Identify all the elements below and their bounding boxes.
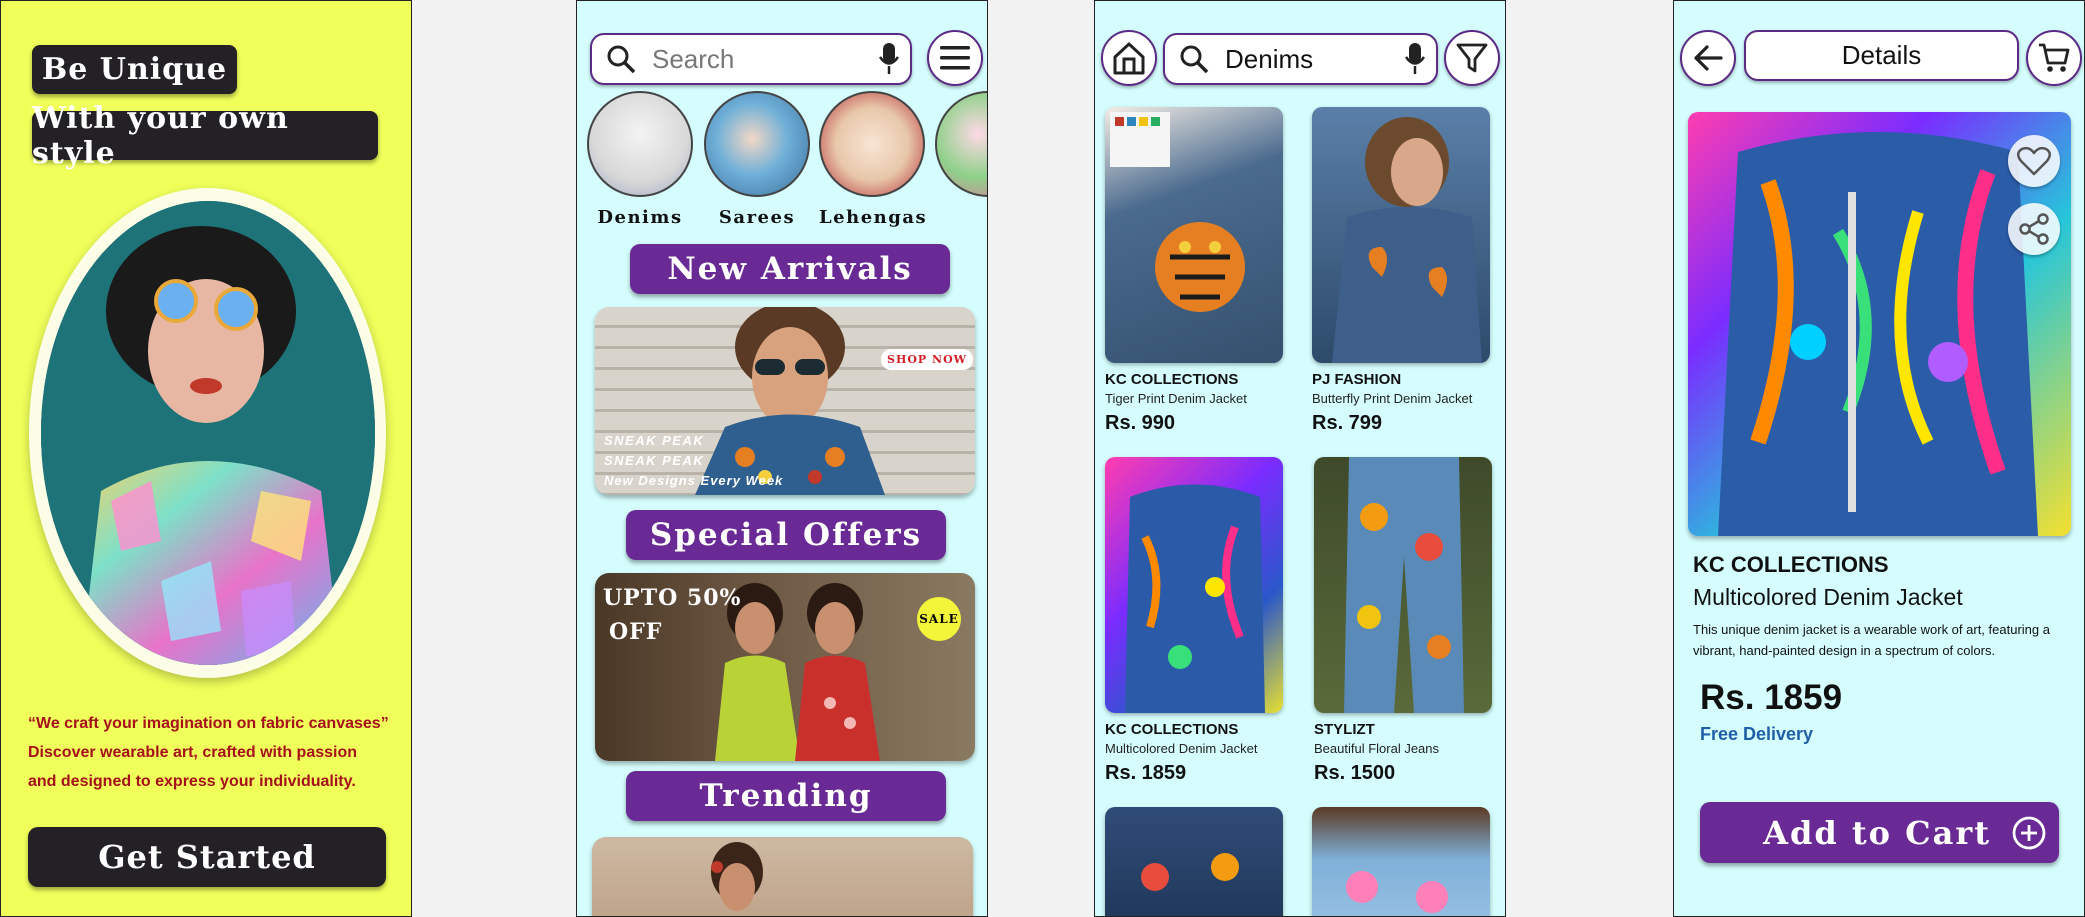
product-brand: KC COLLECTIONS	[1105, 721, 1239, 738]
tagline-line-2: and designed to express your individuali…	[28, 773, 356, 790]
sneak-peak-line-2: SNEAK PEAK	[604, 453, 705, 468]
product-card[interactable]: KC COLLECTIONS Tiger Print Denim Jacket …	[1105, 107, 1283, 435]
product-card-partial[interactable]	[1312, 807, 1490, 916]
filter-icon	[1456, 43, 1488, 73]
headline-be-unique: Be Unique	[32, 45, 237, 94]
category-sarees[interactable]: Sarees	[704, 91, 810, 228]
product-name: Multicolored Denim Jacket	[1105, 741, 1258, 756]
category-label: Denims	[597, 207, 683, 228]
offer-upto: UPTO 50%	[603, 585, 742, 611]
product-image	[1314, 457, 1492, 713]
home-screen: Search Denims Sarees Lehengas New Arriva…	[576, 0, 988, 917]
category-denims[interactable]: Denims	[587, 91, 693, 228]
category-image	[819, 91, 925, 197]
page-title: Details	[1744, 30, 2019, 81]
special-offers-banner[interactable]: UPTO 50% OFF SALE	[595, 573, 975, 761]
share-icon	[2019, 213, 2049, 245]
product-name: Multicolored Denim Jacket	[1693, 584, 1963, 610]
product-name: Tiger Print Denim Jacket	[1105, 391, 1247, 406]
product-brand: KC COLLECTIONS	[1105, 371, 1239, 388]
product-card[interactable]: PJ FASHION Butterfly Print Denim Jacket …	[1312, 107, 1490, 435]
sneak-peak-line-1: SNEAK PEAK	[604, 433, 705, 448]
favorite-button[interactable]	[2008, 135, 2060, 187]
home-button[interactable]	[1101, 30, 1157, 86]
plus-circle-icon	[2012, 816, 2046, 849]
delivery-info: Free Delivery	[1700, 724, 1814, 744]
add-to-cart-label: Add to Cart	[1763, 813, 1991, 852]
category-lehengas[interactable]: Lehengas	[819, 91, 928, 228]
get-started-button[interactable]: Get Started	[28, 827, 386, 887]
category-label: Lehengas	[819, 207, 928, 228]
product-image	[1105, 457, 1283, 713]
product-image	[1105, 107, 1283, 363]
microphone-icon[interactable]	[878, 42, 900, 76]
search-bar[interactable]: Search	[590, 33, 912, 85]
product-price: Rs. 799	[1312, 412, 1383, 434]
product-brand: KC COLLECTIONS	[1693, 552, 1889, 577]
hamburger-icon	[940, 46, 970, 70]
product-name: Beautiful Floral Jeans	[1314, 741, 1440, 756]
category-image	[587, 91, 693, 197]
sale-badge: SALE	[917, 597, 961, 641]
back-button[interactable]	[1680, 30, 1736, 86]
category-label: Sarees	[718, 207, 796, 228]
back-arrow-icon	[1694, 45, 1723, 71]
product-price: Rs. 1859	[1700, 678, 1843, 717]
product-name: Butterfly Print Denim Jacket	[1312, 391, 1473, 406]
filter-button[interactable]	[1444, 30, 1500, 86]
product-price: Rs. 1859	[1105, 762, 1187, 784]
section-special-offers: Special Offers	[626, 510, 946, 560]
new-arrivals-banner[interactable]: SHOP NOW SNEAK PEAK SNEAK PEAK New Desig…	[595, 307, 975, 495]
product-brand: PJ FASHION	[1312, 371, 1402, 388]
search-bar[interactable]: Denims	[1163, 33, 1438, 85]
category-more[interactable]	[935, 91, 987, 197]
product-details-screen: Details KC COLLECTIONS Multicolored Deni…	[1673, 0, 2085, 917]
tagline-quote: “We craft your imagination on fabric can…	[28, 715, 389, 732]
product-price: Rs. 1500	[1314, 762, 1396, 784]
tagline-line-1: Discover wearable art, crafted with pass…	[28, 744, 358, 761]
cart-button[interactable]	[2026, 30, 2082, 86]
search-icon	[1179, 44, 1209, 74]
category-image	[704, 91, 810, 197]
offer-off: OFF	[609, 619, 663, 645]
sneak-peak-line-3: New Designs Every Week	[604, 473, 784, 488]
add-to-cart-button[interactable]: Add to Cart	[1700, 802, 2059, 863]
product-card[interactable]: KC COLLECTIONS Multicolored Denim Jacket…	[1105, 457, 1283, 785]
product-price: Rs. 990	[1105, 412, 1176, 434]
microphone-icon[interactable]	[1404, 42, 1426, 76]
search-input[interactable]: Denims	[1225, 44, 1404, 75]
hero-image	[41, 201, 375, 665]
shop-now-badge[interactable]: SHOP NOW	[881, 349, 974, 370]
share-button[interactable]	[2008, 203, 2060, 255]
section-new-arrivals: New Arrivals	[630, 244, 950, 294]
search-input[interactable]: Search	[652, 44, 878, 75]
product-image	[1312, 107, 1490, 363]
menu-button[interactable]	[927, 30, 983, 86]
product-card[interactable]: STYLIZT Beautiful Floral Jeans Rs. 1500	[1314, 457, 1492, 785]
category-image	[935, 91, 987, 197]
home-icon	[1113, 42, 1145, 75]
product-card-partial[interactable]	[1105, 807, 1283, 916]
trending-banner[interactable]	[592, 837, 973, 916]
section-trending: Trending	[626, 771, 946, 821]
headline-own-style: With your own style	[32, 101, 378, 171]
search-icon	[606, 44, 636, 74]
cart-icon	[2039, 43, 2070, 72]
heart-icon	[2017, 146, 2051, 176]
search-results-screen: Denims KC COLLECTIONS Tiger Print Denim …	[1094, 0, 1506, 917]
product-description: This unique denim jacket is a wearable w…	[1693, 622, 2050, 658]
welcome-screen: Be Unique With your own style “We craft …	[0, 0, 412, 917]
product-brand: STYLIZT	[1314, 721, 1375, 738]
